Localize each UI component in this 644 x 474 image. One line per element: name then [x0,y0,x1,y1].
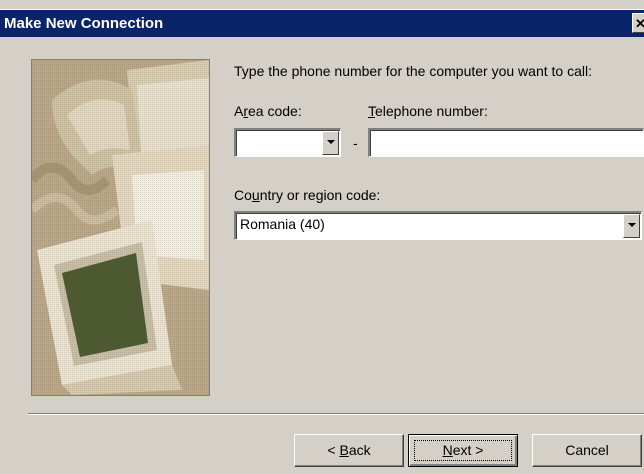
area-code-dropdown-button[interactable] [322,131,339,155]
close-icon: ✕ [635,16,644,31]
window-top-edge [0,0,644,10]
button-separator [28,413,644,415]
country-mnemonic: u [251,187,260,203]
instruction-text: Type the phone number for the computer y… [234,63,592,79]
computers-phone-illustration [31,59,210,396]
country-dropdown-button[interactable] [623,214,640,238]
window-title: Make New Connection [4,15,164,32]
back-button[interactable]: < Back [294,434,404,467]
title-bar[interactable]: Make New Connection ✕ [0,10,644,37]
telephone-number-label: Telephone number: [368,103,488,119]
make-new-connection-dialog: Make New Connection ✕ Type the phone num… [0,0,644,474]
next-button[interactable]: Next > [408,434,518,467]
country-region-combobox[interactable]: Romania (40) [234,211,642,240]
cancel-button[interactable]: Cancel [532,434,642,467]
area-code-label: Area code: [234,103,302,119]
area-code-combobox[interactable] [234,128,341,157]
telephone-mnemonic: T [368,103,375,119]
close-button[interactable]: ✕ [632,13,644,33]
telephone-number-field[interactable] [368,128,644,157]
focus-rectangle [414,440,512,461]
country-region-label: Country or region code: [234,187,381,203]
dash-separator: - [353,135,358,151]
country-region-value: Romania (40) [240,216,325,232]
